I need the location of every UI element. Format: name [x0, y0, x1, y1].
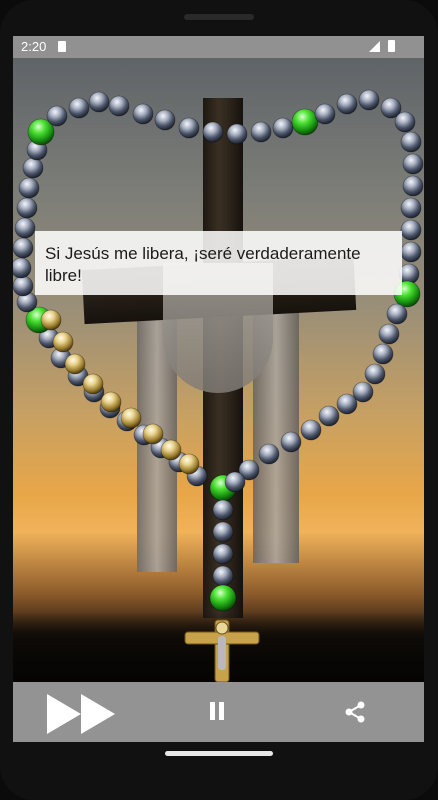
gold-bead-g6 [142, 423, 164, 445]
silver-bead-53 [318, 405, 340, 427]
silver-bead-22 [46, 105, 68, 127]
silver-bead-32 [272, 117, 294, 139]
silver-bead-13 [13, 275, 34, 297]
phone-frame: 2:20 Si Jesús me libera, ¡seré verdadera… [0, 0, 438, 800]
silver-bead-50 [364, 363, 386, 385]
silver-bead-34 [314, 103, 336, 125]
silver-bead-15 [13, 237, 34, 259]
gold-bead-g8 [178, 453, 200, 475]
silver-bead-58 [224, 471, 246, 493]
fast-forward-icon[interactable] [45, 692, 119, 736]
silver-bead-49 [372, 343, 394, 365]
silver-bead-17 [16, 197, 38, 219]
silver-bead-28 [178, 117, 200, 139]
silver-bead-25 [108, 95, 130, 117]
silver-bead-41 [402, 175, 424, 197]
green-bead-h-green [209, 584, 237, 612]
prayer-text: Si Jesús me libera, ¡seré verdaderamente… [35, 231, 402, 295]
silver-bead-35 [336, 93, 358, 115]
share-icon[interactable] [343, 700, 367, 724]
gold-bead-g0 [40, 309, 62, 331]
status-time: 2:20 [21, 39, 47, 54]
silver-bead-31 [250, 121, 272, 143]
sd-card-icon [58, 41, 66, 52]
silver-bead-h0 [212, 499, 234, 521]
status-bar: 2:20 [13, 36, 424, 58]
silver-bead-56 [258, 443, 280, 465]
silver-bead-h1 [212, 521, 234, 543]
silver-bead-29 [202, 121, 224, 143]
silver-bead-43 [400, 219, 422, 241]
silver-bead-19 [22, 157, 44, 179]
app-screen: 2:20 Si Jesús me libera, ¡seré verdadera… [13, 36, 424, 742]
gold-bead-g1 [52, 331, 74, 353]
bottom-controls [13, 682, 424, 742]
silver-bead-26 [132, 103, 154, 125]
gold-bead-g3 [82, 373, 104, 395]
silver-bead-16 [14, 217, 36, 239]
silver-bead-14 [13, 257, 32, 279]
silver-bead-48 [378, 323, 400, 345]
silver-bead-h3 [212, 565, 234, 587]
home-indicator[interactable] [165, 751, 273, 756]
gold-bead-g5 [120, 407, 142, 429]
crucifix-icon [184, 619, 260, 682]
silver-bead-24 [88, 91, 110, 113]
gold-bead-g4 [100, 391, 122, 413]
silver-bead-27 [154, 109, 176, 131]
battery-icon [388, 40, 395, 52]
silver-bead-23 [68, 97, 90, 119]
silver-bead-44 [400, 241, 422, 263]
silver-bead-54 [300, 419, 322, 441]
green-bead-33 [291, 108, 319, 136]
silver-bead-30 [226, 123, 248, 145]
silver-bead-47 [386, 303, 408, 325]
silver-bead-55 [280, 431, 302, 453]
silver-bead-52 [336, 393, 358, 415]
pause-icon[interactable] [209, 702, 225, 720]
silver-bead-36 [358, 89, 380, 111]
silver-bead-40 [402, 153, 424, 175]
phone-speaker [184, 14, 254, 20]
gold-bead-g7 [160, 439, 182, 461]
silver-bead-39 [400, 131, 422, 153]
rosary-scene: Si Jesús me libera, ¡seré verdaderamente… [13, 58, 424, 682]
signal-icon [369, 41, 380, 52]
silver-bead-38 [394, 111, 416, 133]
silver-bead-18 [18, 177, 40, 199]
gold-bead-g2 [64, 353, 86, 375]
silver-bead-h2 [212, 543, 234, 565]
silver-bead-42 [400, 197, 422, 219]
rosary-beads [13, 89, 424, 682]
